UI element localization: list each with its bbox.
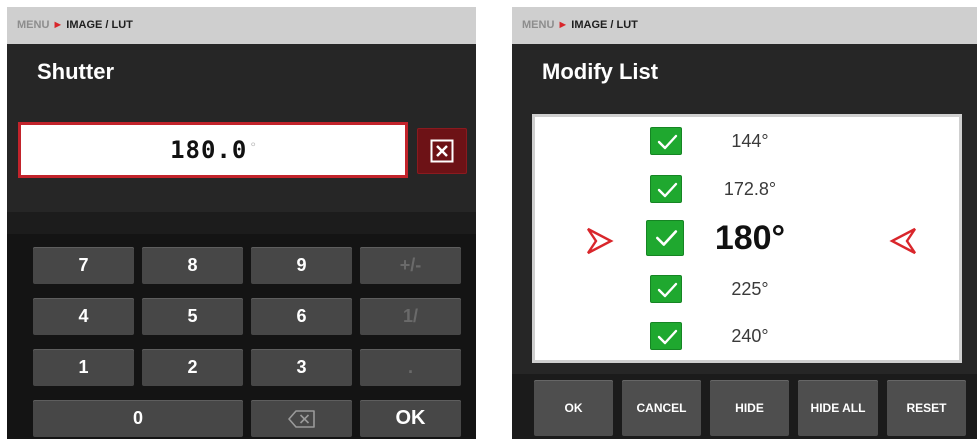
breadcrumb-arrow-icon: ► xyxy=(557,19,569,31)
close-box-icon xyxy=(430,139,454,163)
action-bar: OK CANCEL HIDE HIDE ALL RESET xyxy=(512,374,977,439)
checkmark-icon xyxy=(655,230,678,246)
shutter-value-field[interactable]: 180.0 ° xyxy=(18,122,408,178)
key-2[interactable]: 2 xyxy=(142,349,243,386)
numeric-keypad: 7 8 9 +/- 4 5 6 1/ 1 2 3 . 0 OK xyxy=(7,234,476,439)
modify-list-panel: MENU ► IMAGE / LUT Modify List 144° 172.8° xyxy=(512,7,977,439)
backspace-icon xyxy=(287,410,315,428)
list-item-label: 240° xyxy=(731,326,769,346)
breadcrumb-menu[interactable]: MENU xyxy=(17,19,49,31)
list-item-label: 172.8° xyxy=(723,179,777,199)
checkmark-icon xyxy=(657,182,678,198)
list-item[interactable]: 144° xyxy=(535,121,959,161)
breadcrumb-current: IMAGE / LUT xyxy=(571,19,638,31)
page-title: Modify List xyxy=(542,59,659,84)
breadcrumb-menu[interactable]: MENU xyxy=(522,19,554,31)
hide-button[interactable]: HIDE xyxy=(710,380,789,436)
checkmark-icon xyxy=(657,329,678,345)
key-3[interactable]: 3 xyxy=(251,349,352,386)
checkbox[interactable] xyxy=(650,175,682,203)
ok-button[interactable]: OK xyxy=(360,400,461,437)
checkbox[interactable] xyxy=(646,220,684,256)
key-0[interactable]: 0 xyxy=(33,400,243,437)
checkmark-icon xyxy=(657,282,678,298)
key-6[interactable]: 6 xyxy=(251,298,352,335)
shutter-panel: MENU ► IMAGE / LUT Shutter 180.0 ° 7 8 9 +/… xyxy=(7,7,476,439)
degree-unit: ° xyxy=(250,138,256,155)
list-item-label: 225° xyxy=(731,279,769,299)
list-item[interactable]: 172.8° xyxy=(535,169,959,209)
breadcrumb-current: IMAGE / LUT xyxy=(66,19,133,31)
key-4[interactable]: 4 xyxy=(33,298,134,335)
key-reciprocal[interactable]: 1/ xyxy=(360,298,461,335)
key-8[interactable]: 8 xyxy=(142,247,243,284)
selection-marker-left-arrow-icon xyxy=(889,227,916,255)
value-list: 144° 172.8° 180° 225° 240° xyxy=(532,114,962,363)
checkbox[interactable] xyxy=(650,322,682,350)
cancel-button[interactable]: CANCEL xyxy=(622,380,701,436)
hide-all-button[interactable]: HIDE ALL xyxy=(798,380,878,436)
key-1[interactable]: 1 xyxy=(33,349,134,386)
clear-button[interactable] xyxy=(417,128,467,174)
checkmark-icon xyxy=(657,134,678,150)
key-plus-minus[interactable]: +/- xyxy=(360,247,461,284)
key-5[interactable]: 5 xyxy=(142,298,243,335)
key-9[interactable]: 9 xyxy=(251,247,352,284)
list-item[interactable]: 225° xyxy=(535,269,959,309)
checkbox[interactable] xyxy=(650,127,682,155)
key-7[interactable]: 7 xyxy=(33,247,134,284)
list-item[interactable]: 240° xyxy=(535,316,959,356)
breadcrumb-arrow-icon: ► xyxy=(52,19,64,31)
reset-button[interactable]: RESET xyxy=(887,380,966,436)
backspace-button[interactable] xyxy=(251,400,352,437)
selection-marker-right-arrow-icon xyxy=(587,227,614,255)
breadcrumb: MENU ► IMAGE / LUT xyxy=(7,7,476,44)
checkbox[interactable] xyxy=(650,275,682,303)
shutter-value: 180.0 xyxy=(170,136,248,164)
key-decimal[interactable]: . xyxy=(360,349,461,386)
page-title: Shutter xyxy=(37,59,114,84)
divider xyxy=(7,212,476,234)
ok-button[interactable]: OK xyxy=(534,380,613,436)
list-item-label: 144° xyxy=(731,131,769,151)
breadcrumb: MENU ► IMAGE / LUT xyxy=(512,7,977,44)
list-item-label: 180° xyxy=(714,219,786,257)
